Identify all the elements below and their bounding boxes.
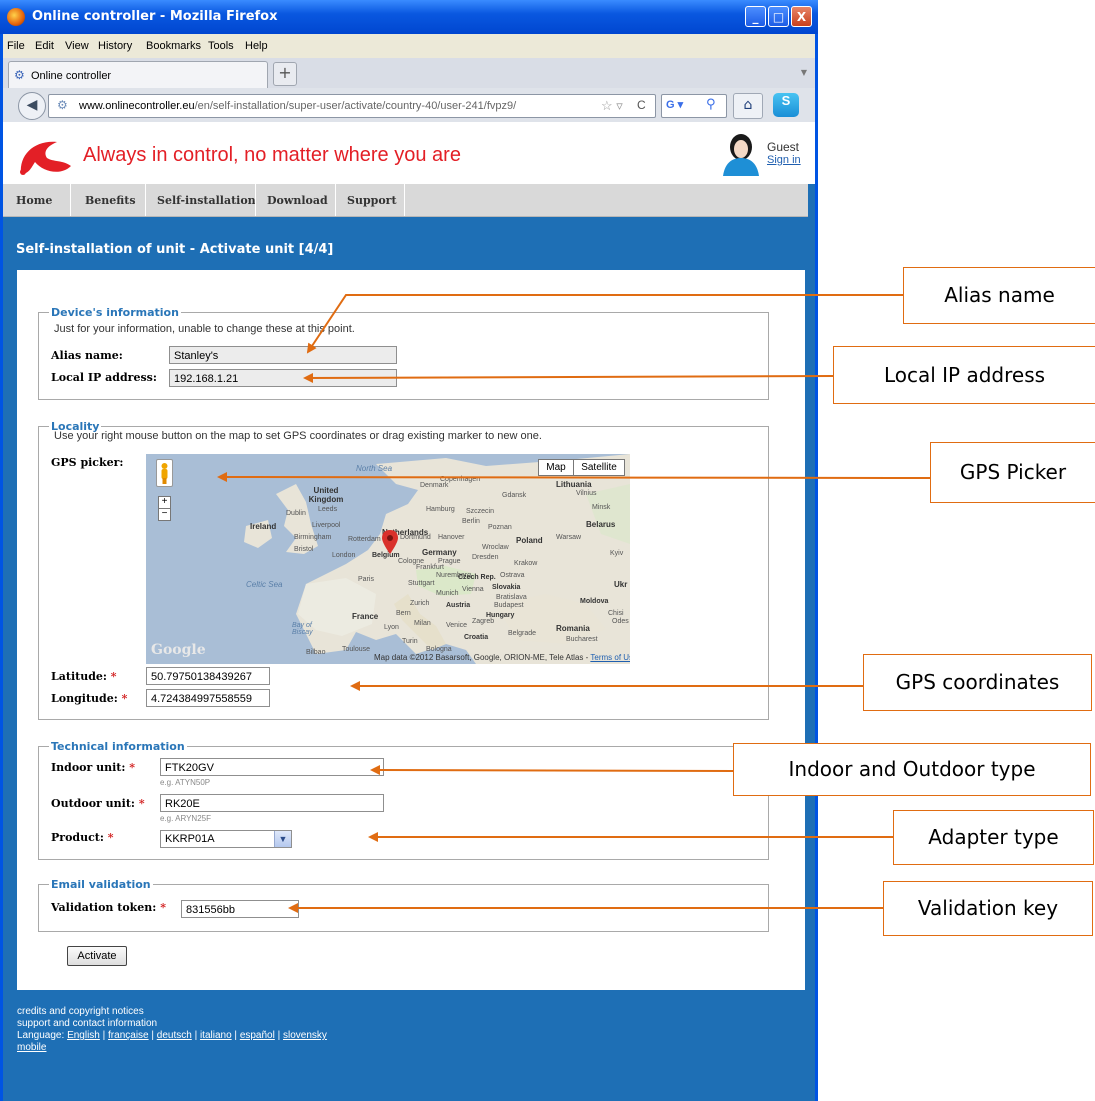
- arrow-unit-type: [370, 765, 734, 776]
- arrow-alias: [306, 294, 903, 354]
- arrow-ip: [303, 372, 834, 383]
- callout-gps-picker: GPS Picker: [930, 442, 1095, 503]
- callout-validation-key: Validation key: [883, 881, 1093, 936]
- callout-unit-type: Indoor and Outdoor type: [733, 743, 1091, 796]
- callout-gps-coordinates: GPS coordinates: [863, 654, 1092, 711]
- callout-alias-name: Alias name: [903, 267, 1095, 324]
- callout-adapter-type: Adapter type: [893, 810, 1094, 865]
- arrow-gps-picker: [217, 472, 931, 483]
- callout-local-ip: Local IP address: [833, 346, 1095, 404]
